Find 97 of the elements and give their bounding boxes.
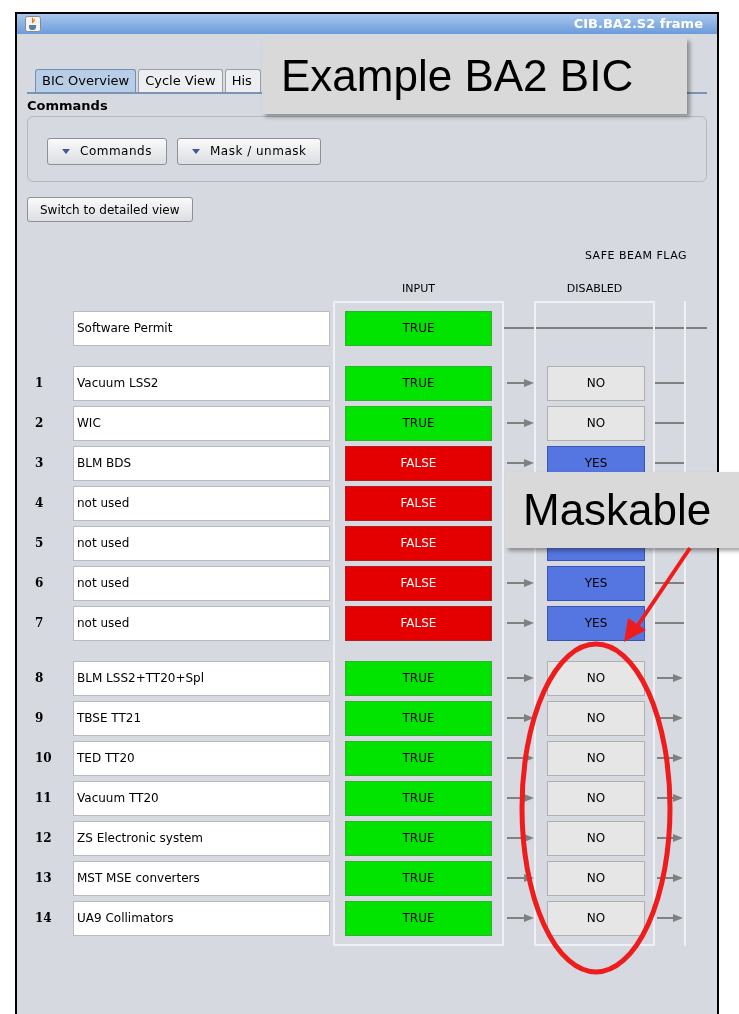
switch-view-button[interactable]: Switch to detailed view	[27, 197, 193, 222]
input-status: TRUE	[345, 700, 492, 736]
row-number: 7	[34, 615, 45, 632]
tab[interactable]: His	[224, 69, 261, 92]
connector-arrow	[507, 793, 534, 803]
safe-beam-flag-label: SAFE BEAM FLAG	[584, 248, 687, 264]
row-number: 13	[34, 870, 53, 887]
connector-arrow	[507, 673, 534, 683]
section-title: Commands	[27, 98, 109, 114]
row-number: 4	[34, 495, 45, 512]
input-status: FALSE	[345, 565, 492, 601]
input-name-field: UA9 Collimators	[73, 900, 330, 936]
row-number: 6	[34, 575, 45, 592]
input-name-field: not used	[73, 565, 330, 601]
input-status: TRUE	[345, 405, 492, 441]
input-status: FALSE	[345, 525, 492, 561]
input-status: TRUE	[345, 860, 492, 896]
input-status: TRUE	[345, 740, 492, 776]
disabled-status: NO	[547, 860, 645, 896]
dropdown-button[interactable]: Commands	[47, 137, 167, 165]
tab[interactable]: BIC Overview	[35, 69, 137, 92]
connector-arrow	[507, 833, 534, 843]
input-name-field: not used	[73, 605, 330, 641]
row-number: 14	[34, 910, 53, 927]
disabled-status: YES	[547, 565, 645, 601]
column-header: DISABLED	[566, 280, 623, 297]
caret-icon	[62, 148, 70, 154]
row-number: 1	[34, 375, 45, 392]
disabled-status: NO	[547, 900, 645, 936]
row-number: 8	[34, 670, 45, 687]
connector-arrow	[657, 833, 683, 843]
input-status: TRUE	[345, 820, 492, 856]
connector-arrow	[507, 873, 534, 883]
connector-arrow	[507, 753, 534, 763]
input-name-field: not used	[73, 525, 330, 561]
connector-line	[655, 422, 684, 424]
row-number: 2	[34, 415, 45, 432]
disabled-status: NO	[547, 740, 645, 776]
java-cup-icon	[25, 16, 41, 32]
disabled-status: NO	[547, 660, 645, 696]
disabled-status: NO	[547, 780, 645, 816]
callout-text: Maskable	[523, 484, 712, 536]
input-name-field: TBSE TT21	[73, 700, 330, 736]
tab[interactable]: Cycle View	[138, 69, 223, 92]
row-number: 9	[34, 710, 45, 727]
input-name-field: MST MSE converters	[73, 860, 330, 896]
connector-line	[504, 327, 534, 329]
input-status: TRUE	[345, 310, 492, 346]
input-name-field: TED TT20	[73, 740, 330, 776]
input-name-field: BLM LSS2+TT20+Spl	[73, 660, 330, 696]
input-name-field: BLM BDS	[73, 445, 330, 481]
connector-arrow	[657, 793, 683, 803]
input-status: TRUE	[345, 900, 492, 936]
input-status: TRUE	[345, 365, 492, 401]
connector-line	[686, 327, 707, 329]
connector-arrow	[657, 873, 683, 883]
connector-line	[655, 622, 684, 624]
input-name-field: Vacuum TT20	[73, 780, 330, 816]
connector-arrow	[657, 673, 683, 683]
connector-arrow	[507, 378, 534, 388]
input-status: FALSE	[345, 445, 492, 481]
callout-text: Example BA2 BIC	[281, 50, 634, 102]
window-title: CIB.BA2.S2 frame	[573, 15, 704, 34]
connector-arrow	[507, 418, 534, 428]
connector-arrow	[657, 753, 683, 763]
connector-arrow	[507, 578, 534, 588]
input-status: TRUE	[345, 780, 492, 816]
disabled-status: NO	[547, 365, 645, 401]
connector-arrow	[657, 713, 683, 723]
caret-icon	[191, 148, 200, 154]
row-number: 11	[34, 790, 53, 807]
connector-line	[655, 327, 684, 329]
input-name-field: ZS Electronic system	[73, 820, 330, 856]
connector-arrow	[507, 913, 534, 923]
disabled-status: NO	[547, 700, 645, 736]
column-header: INPUT	[402, 280, 435, 297]
input-status: FALSE	[345, 605, 492, 641]
input-name-field: Software Permit	[73, 310, 330, 346]
disabled-status: NO	[547, 405, 645, 441]
input-name-field: not used	[73, 485, 330, 521]
disabled-status: NO	[547, 820, 645, 856]
connector-arrow	[657, 913, 683, 923]
row-number: 5	[34, 535, 45, 552]
input-name-field: WIC	[73, 405, 330, 441]
connector-line	[655, 382, 684, 384]
row-number: 3	[34, 455, 45, 472]
connector-arrow	[507, 618, 534, 628]
connector-arrow	[507, 458, 534, 468]
connector-line	[655, 582, 684, 584]
input-status: TRUE	[345, 660, 492, 696]
row-number: 12	[34, 830, 53, 847]
connector-line	[655, 462, 684, 464]
dropdown-button[interactable]: Mask / unmask	[176, 137, 322, 165]
row-number: 10	[34, 750, 53, 767]
input-status: FALSE	[345, 485, 492, 521]
input-name-field: Vacuum LSS2	[73, 365, 330, 401]
connector-arrow	[507, 713, 534, 723]
